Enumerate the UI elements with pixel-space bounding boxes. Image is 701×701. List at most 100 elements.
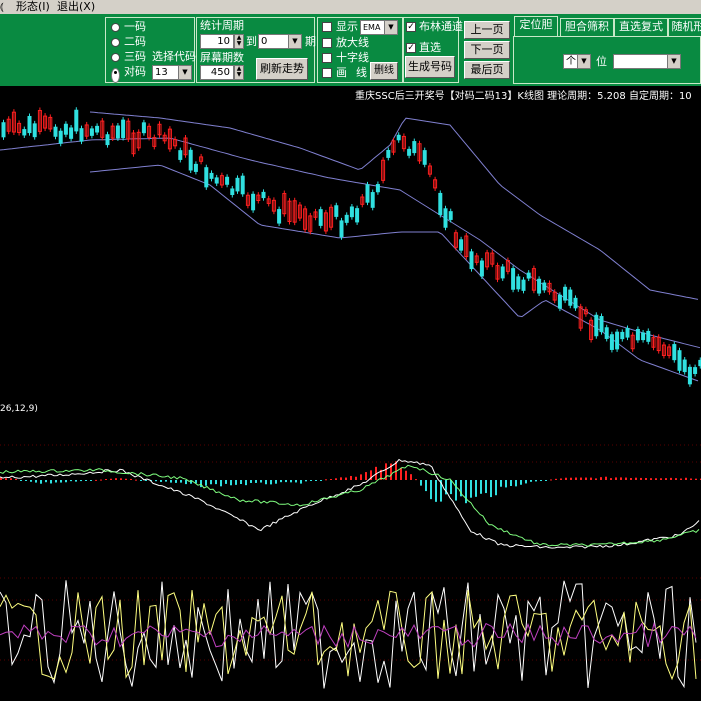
candle-body xyxy=(542,282,547,291)
macd-bar xyxy=(95,479,97,481)
candle-body xyxy=(318,209,323,226)
candle-body xyxy=(604,327,609,339)
candle-body xyxy=(407,148,412,156)
macd-bar xyxy=(545,480,547,481)
macd-bar xyxy=(270,480,272,485)
candle-body xyxy=(537,278,542,294)
macd-bar xyxy=(600,477,602,480)
candle-body xyxy=(95,125,100,133)
candle-body xyxy=(69,127,74,139)
bollinger-bands xyxy=(0,111,701,382)
macd-bar xyxy=(575,477,577,480)
macd-bar xyxy=(475,480,477,497)
macd-bar xyxy=(455,480,457,501)
macd-bar xyxy=(20,480,22,481)
candle-body xyxy=(58,130,63,144)
candle-body xyxy=(1,122,6,138)
candle-body xyxy=(74,109,79,132)
candle-body xyxy=(188,149,193,171)
macd-bar xyxy=(215,480,217,485)
macd-bar xyxy=(140,480,142,481)
macd-bar xyxy=(280,480,282,483)
candle-body xyxy=(615,331,620,350)
macd-bar xyxy=(485,480,487,494)
macd-bar xyxy=(155,480,157,482)
candle-body xyxy=(193,163,198,172)
macd-bar xyxy=(60,480,62,483)
macd-bar xyxy=(145,480,147,481)
macd-bar xyxy=(655,478,657,480)
macd-bar xyxy=(515,480,517,487)
candle-body xyxy=(422,150,427,165)
candle-body xyxy=(521,279,526,291)
candle-body xyxy=(89,128,94,136)
macd-bar xyxy=(120,478,122,480)
macd-bar xyxy=(635,477,637,480)
candle-body xyxy=(469,251,474,270)
macd-bar xyxy=(330,478,332,480)
macd-bar xyxy=(510,480,512,486)
candle-body xyxy=(609,334,614,350)
macd-bar xyxy=(5,478,7,480)
candle-body xyxy=(443,208,448,228)
macd-bar xyxy=(90,480,92,481)
candle-body xyxy=(516,276,521,290)
macd-bar xyxy=(260,480,262,483)
candle-body xyxy=(32,123,37,138)
macd-bar xyxy=(40,480,42,484)
candle-body xyxy=(396,134,401,141)
macd-bar xyxy=(535,480,537,482)
macd-bar xyxy=(675,478,677,480)
macd-bar xyxy=(200,480,202,488)
macd-bar xyxy=(50,480,52,484)
macd-bar xyxy=(565,477,567,480)
macd-bar xyxy=(550,479,552,481)
macd-bar xyxy=(170,480,172,483)
kline-chart[interactable] xyxy=(0,0,701,701)
macd-dif-line xyxy=(0,458,700,549)
macd-bar xyxy=(235,480,237,485)
macd-bar xyxy=(220,480,222,487)
macd-bar xyxy=(685,477,687,480)
candle-body xyxy=(568,289,573,306)
macd-bar xyxy=(595,478,597,480)
macd-bar xyxy=(690,478,692,480)
candle-body xyxy=(459,239,464,251)
candle-body xyxy=(230,188,235,196)
macd-bar xyxy=(695,478,697,480)
macd-bar xyxy=(585,477,587,480)
macd-bar xyxy=(420,480,422,486)
macd-bar xyxy=(435,480,437,502)
macd-bar xyxy=(125,478,127,480)
macd-bar xyxy=(430,480,432,500)
macd-bar xyxy=(610,478,612,480)
kdj-j-line xyxy=(0,621,697,649)
macd-bar xyxy=(340,477,342,480)
macd-bar xyxy=(275,480,277,484)
candle-body xyxy=(115,125,120,139)
macd-bar xyxy=(480,480,482,494)
candle-body xyxy=(214,177,219,184)
macd-bar xyxy=(500,480,502,487)
macd-bar xyxy=(105,478,107,480)
macd-bar xyxy=(300,480,302,484)
macd-bar xyxy=(415,479,417,481)
macd-bar xyxy=(345,477,347,480)
macd-bar xyxy=(645,477,647,480)
candle-body xyxy=(672,344,677,361)
candle-body xyxy=(412,141,417,154)
candle-body xyxy=(641,332,646,341)
candle-body xyxy=(620,331,625,340)
candle-body xyxy=(53,126,58,137)
macd-bar xyxy=(30,480,32,482)
macd-bar xyxy=(355,476,357,480)
candle-body xyxy=(500,266,505,279)
macd-bar xyxy=(620,477,622,480)
macd-bar xyxy=(15,478,17,480)
macd-bar xyxy=(400,467,402,480)
macd-histogram xyxy=(0,461,701,504)
macd-bar xyxy=(180,480,182,483)
macd-bar xyxy=(250,480,252,483)
macd-bar xyxy=(615,477,617,480)
macd-bar xyxy=(325,479,327,481)
